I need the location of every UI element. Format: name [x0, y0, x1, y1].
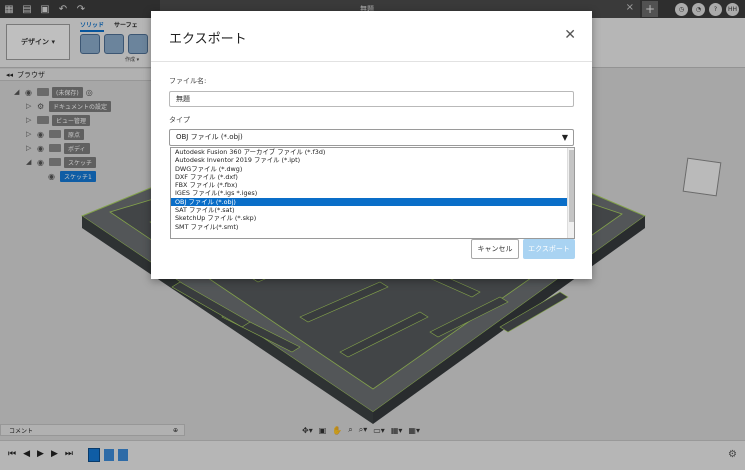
type-select[interactable]: OBJ ファイル (*.obj) ▼ — [169, 129, 574, 146]
cancel-button[interactable]: キャンセル — [471, 239, 519, 259]
dialog-title: エクスポート — [169, 32, 247, 47]
dropdown-scrollbar[interactable] — [567, 148, 574, 238]
export-dialog: エクスポート ✕ ファイル名: 無題 タイプ OBJ ファイル (*.obj) … — [151, 11, 592, 279]
type-option-highlighted[interactable]: OBJ ファイル (*.obj) — [171, 197, 567, 207]
export-button[interactable]: エクスポート — [523, 239, 575, 259]
type-option[interactable]: DXF ファイル (*.dxf) — [171, 173, 567, 181]
divider — [151, 61, 592, 62]
type-select-value: OBJ ファイル (*.obj) — [176, 133, 243, 141]
file-name-label: ファイル名: — [169, 77, 207, 85]
type-dropdown-list: Autodesk Fusion 360 アーカイブ ファイル (*.f3d) A… — [170, 147, 575, 239]
type-option[interactable]: IGES ファイル(*.igs *.iges) — [171, 189, 567, 197]
type-option[interactable]: SMT ファイル(*.smt) — [171, 223, 567, 231]
file-name-input[interactable]: 無題 — [169, 91, 574, 107]
type-option[interactable]: SAT ファイル(*.sat) — [171, 206, 567, 214]
type-option[interactable]: Autodesk Inventor 2019 ファイル (*.ipt) — [171, 156, 567, 164]
type-option[interactable]: DWGファイル (*.dwg) — [171, 165, 567, 173]
type-option[interactable]: SketchUp ファイル (*.skp) — [171, 214, 567, 222]
type-option[interactable]: FBX ファイル (*.fbx) — [171, 181, 567, 189]
type-label: タイプ — [169, 116, 190, 124]
type-option[interactable]: Autodesk Fusion 360 アーカイブ ファイル (*.f3d) — [171, 148, 567, 156]
chevron-down-icon[interactable]: ▼ — [562, 130, 568, 145]
scrollbar-thumb[interactable] — [569, 150, 574, 222]
close-icon[interactable]: ✕ — [564, 27, 576, 43]
